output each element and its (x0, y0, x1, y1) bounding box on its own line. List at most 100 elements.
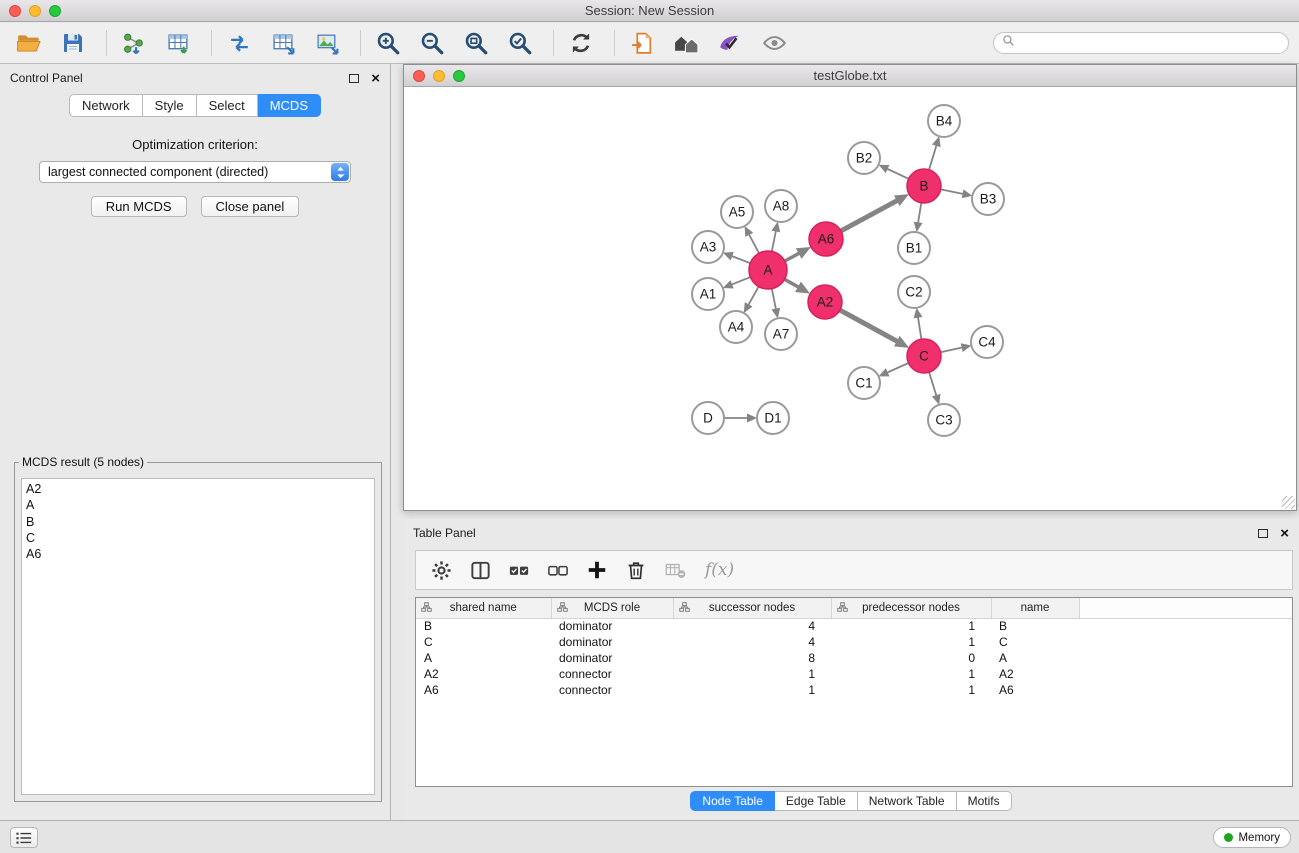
graph-node-B2[interactable]: B2 (848, 142, 880, 174)
export-image-icon[interactable] (312, 27, 342, 59)
apply-layout-icon[interactable] (566, 27, 596, 59)
table-cell[interactable]: 1 (673, 666, 831, 682)
zoom-out-icon[interactable] (417, 27, 447, 59)
graph-node-A2[interactable]: A2 (808, 285, 842, 319)
minimize-window-button[interactable] (29, 5, 41, 17)
table-cell[interactable]: C (991, 634, 1079, 650)
add-row-icon[interactable] (584, 556, 610, 584)
float-table-panel-icon[interactable] (1258, 529, 1268, 538)
close-window-button[interactable] (9, 5, 21, 17)
float-panel-icon[interactable] (349, 74, 359, 83)
save-session-icon[interactable] (58, 27, 88, 59)
zoom-network-window-button[interactable] (453, 70, 465, 82)
node-table-row[interactable]: A6connector11A6 (416, 682, 1292, 698)
mcds-result-item[interactable]: A (26, 497, 370, 513)
import-table-icon[interactable] (163, 27, 193, 59)
node-table-row[interactable]: Cdominator41C (416, 634, 1292, 650)
graph-node-A6[interactable]: A6 (809, 222, 843, 256)
graph-edge-A-A3[interactable] (731, 256, 750, 263)
table-cell[interactable]: C (416, 634, 551, 650)
graph-node-C2[interactable]: C2 (898, 276, 930, 308)
run-mcds-button[interactable]: Run MCDS (91, 196, 187, 217)
table-cell[interactable]: 1 (831, 618, 991, 634)
graph-node-C4[interactable]: C4 (971, 326, 1003, 358)
tab-motifs[interactable]: Motifs (957, 791, 1012, 811)
table-cell[interactable]: 4 (673, 618, 831, 634)
search-input[interactable] (1021, 36, 1280, 50)
network-window-titlebar[interactable]: testGlobe.txt (404, 65, 1296, 87)
table-cell[interactable]: A (416, 650, 551, 666)
mcds-result-list[interactable]: A2ABCA6 (21, 478, 375, 795)
close-panel-icon[interactable]: × (371, 71, 380, 86)
mcds-result-item[interactable]: C (26, 530, 370, 546)
help-icon[interactable] (715, 27, 745, 59)
minimize-network-window-button[interactable] (433, 70, 445, 82)
tab-network-table[interactable]: Network Table (858, 791, 957, 811)
graph-edge-A-A2[interactable] (785, 279, 799, 287)
graph-edge-A2-C[interactable] (840, 310, 898, 342)
graph-node-D1[interactable]: D1 (757, 402, 789, 434)
graph-edge-A6-B[interactable] (841, 200, 898, 231)
table-cell[interactable]: dominator (551, 618, 673, 634)
tab-mcds[interactable]: MCDS (258, 94, 321, 117)
node-table-row[interactable]: Adominator80A (416, 650, 1292, 666)
table-cell[interactable]: 1 (673, 682, 831, 698)
graph-edge-A-A6[interactable] (785, 253, 800, 261)
graph-edge-A-A1[interactable] (731, 277, 750, 285)
new-network-icon[interactable] (268, 27, 298, 59)
import-network-icon[interactable] (119, 27, 149, 59)
table-cell[interactable]: A6 (416, 682, 551, 698)
graph-edge-A-A7[interactable] (772, 289, 776, 310)
tab-network[interactable]: Network (69, 94, 143, 117)
graph-edge-C-C2[interactable] (918, 317, 922, 340)
table-cell[interactable]: 1 (831, 682, 991, 698)
node-table-row[interactable]: Bdominator41B (416, 618, 1292, 634)
graph-node-B[interactable]: B (907, 169, 941, 203)
table-cell[interactable]: dominator (551, 634, 673, 650)
zoom-selected-icon[interactable] (505, 27, 535, 59)
column-header-shared-name[interactable]: shared name (416, 598, 551, 618)
node-table-row[interactable]: A2connector11A2 (416, 666, 1292, 682)
zoom-window-button[interactable] (49, 5, 61, 17)
tab-node-table[interactable]: Node Table (690, 791, 775, 811)
graph-edge-C-C4[interactable] (941, 347, 963, 352)
graph-node-A8[interactable]: A8 (765, 190, 797, 222)
graph-node-C3[interactable]: C3 (928, 404, 960, 436)
table-cell[interactable]: 1 (831, 666, 991, 682)
table-cell[interactable]: B (991, 618, 1079, 634)
optimization-criterion-select[interactable]: largest connected component (directed) (39, 161, 351, 183)
memory-button[interactable]: Memory (1213, 827, 1291, 848)
open-session-icon[interactable] (14, 27, 44, 59)
graph-node-B4[interactable]: B4 (928, 105, 960, 137)
columns-icon[interactable] (467, 556, 493, 584)
tab-edge-table[interactable]: Edge Table (775, 791, 858, 811)
graph-edge-B-B1[interactable] (918, 203, 921, 224)
mcds-result-item[interactable]: A2 (26, 481, 370, 497)
graph-node-A[interactable]: A (749, 251, 787, 289)
mcds-result-item[interactable]: B (26, 514, 370, 530)
open-document-icon[interactable] (627, 27, 657, 59)
graph-node-A1[interactable]: A1 (692, 278, 724, 310)
task-history-button[interactable] (10, 827, 38, 848)
select-all-icon[interactable] (506, 556, 532, 584)
delete-row-icon[interactable] (623, 556, 649, 584)
column-header-successor-nodes[interactable]: successor nodes (673, 598, 831, 618)
close-network-window-button[interactable] (413, 70, 425, 82)
column-header-MCDS-role[interactable]: MCDS role (551, 598, 673, 618)
mcds-result-item[interactable]: A6 (26, 546, 370, 562)
node-table-container[interactable]: shared nameMCDS rolesuccessor nodesprede… (415, 597, 1293, 787)
table-cell[interactable]: A (991, 650, 1079, 666)
zoom-in-icon[interactable] (373, 27, 403, 59)
tab-style[interactable]: Style (143, 94, 197, 117)
table-cell[interactable]: 1 (831, 634, 991, 650)
search-box[interactable] (993, 32, 1289, 54)
column-header-name[interactable]: name (991, 598, 1079, 618)
graph-edge-A-A8[interactable] (772, 231, 776, 252)
network-graph[interactable]: AA6A2BCA1A3A4A5A7A8B1B2B3B4C1C2C3C4DD1 (404, 88, 1296, 510)
zoom-fit-icon[interactable] (461, 27, 491, 59)
graph-edge-C-C3[interactable] (929, 372, 936, 396)
table-cell[interactable]: connector (551, 682, 673, 698)
table-cell[interactable]: 4 (673, 634, 831, 650)
table-cell[interactable]: A2 (991, 666, 1079, 682)
resize-grip[interactable] (1282, 496, 1295, 509)
